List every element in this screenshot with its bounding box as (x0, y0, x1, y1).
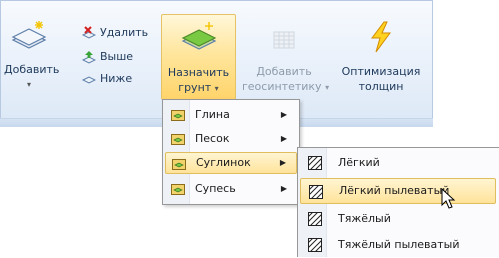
geosynthetic-grid-icon (273, 31, 295, 49)
menu-item-label: Лёгкий пылеватый (339, 184, 450, 197)
delete-icon (82, 26, 96, 39)
menu-item-label: Тяжёлый пылеватый (338, 238, 460, 251)
move-down-button[interactable]: Ниже (82, 70, 144, 88)
menu-item-label: Супесь (195, 182, 236, 195)
add-geosynthetic-label-line2-wrap: геосинтетику ▾ (242, 79, 330, 95)
delete-layer-button[interactable]: Удалить (82, 24, 154, 42)
chevron-down-icon: ▾ (214, 84, 219, 93)
menu-item-sand[interactable]: Песок ▶ (165, 128, 297, 150)
hatch-pattern-icon (308, 238, 322, 252)
assign-soil-button[interactable]: Назначить грунт ▾ (161, 14, 236, 100)
lightning-icon (371, 21, 391, 53)
move-up-button[interactable]: Выше (82, 48, 144, 66)
add-layer-label: Добавить (4, 63, 60, 76)
menu-item-loam[interactable]: Суглинок ▶ (165, 152, 297, 174)
add-geosynthetic-label-line1: Добавить (256, 65, 312, 78)
optimize-thickness-button[interactable]: Оптимизация толщин (336, 14, 426, 100)
submenu-arrow-icon: ▶ (280, 184, 287, 193)
menu-item-sandy-loam[interactable]: Супесь ▶ (165, 178, 297, 200)
loam-subtype-menu: Лёгкий Лёгкий пылеватый Тяжёлый Тяжёлый … (297, 147, 499, 257)
chevron-down-icon: ▾ (26, 80, 31, 89)
mouse-pointer-icon (441, 188, 456, 209)
move-down-label: Ниже (100, 72, 133, 85)
move-up-icon (82, 51, 96, 64)
hatch-pattern-icon (309, 185, 323, 199)
soil-folder-icon (171, 184, 185, 195)
assign-soil-label-line2: грунт (178, 81, 212, 94)
submenu-arrow-icon: ▶ (280, 134, 287, 143)
menu-item-light[interactable]: Лёгкий (300, 150, 498, 176)
optimize-label-line2: толщин (358, 80, 404, 93)
submenu-arrow-icon: ▶ (280, 110, 287, 119)
soil-folder-icon (171, 134, 185, 145)
menu-item-light-silty[interactable]: Лёгкий пылеватый (300, 178, 496, 204)
assign-soil-icon (181, 22, 216, 50)
soil-type-menu: Глина ▶ Песок ▶ Суглинок ▶ Супесь ▶ (162, 99, 300, 205)
move-down-icon (82, 76, 96, 84)
menu-item-label: Песок (195, 132, 230, 145)
add-geosynthetic-button[interactable]: Добавить геосинтетику ▾ (242, 14, 330, 100)
menu-item-heavy[interactable]: Тяжёлый (300, 206, 498, 232)
menu-item-clay[interactable]: Глина ▶ (165, 104, 297, 126)
menu-item-label: Лёгкий (338, 156, 380, 169)
soil-folder-icon (172, 159, 186, 170)
chevron-down-icon: ▾ (325, 83, 330, 92)
optimize-label-line1: Оптимизация (341, 65, 421, 78)
menu-item-label: Тяжёлый (338, 212, 391, 225)
delete-label: Удалить (100, 26, 149, 39)
layer-add-icon (11, 21, 47, 49)
hatch-pattern-icon (308, 156, 322, 170)
assign-soil-label-line1: Назначить (167, 66, 230, 79)
add-layer-button[interactable]: Добавить ▾ (4, 14, 60, 100)
submenu-arrow-icon: ▶ (279, 158, 286, 167)
menu-item-label: Глина (195, 108, 230, 121)
menu-item-label: Суглинок (196, 156, 251, 169)
move-up-label: Выше (100, 50, 134, 63)
soil-folder-icon (171, 110, 185, 121)
hatch-pattern-icon (308, 212, 322, 226)
assign-soil-label-line2-wrap: грунт ▾ (162, 80, 235, 96)
add-geosynthetic-label-line2: геосинтетику (242, 80, 322, 93)
menu-item-heavy-silty[interactable]: Тяжёлый пылеватый (300, 232, 498, 258)
